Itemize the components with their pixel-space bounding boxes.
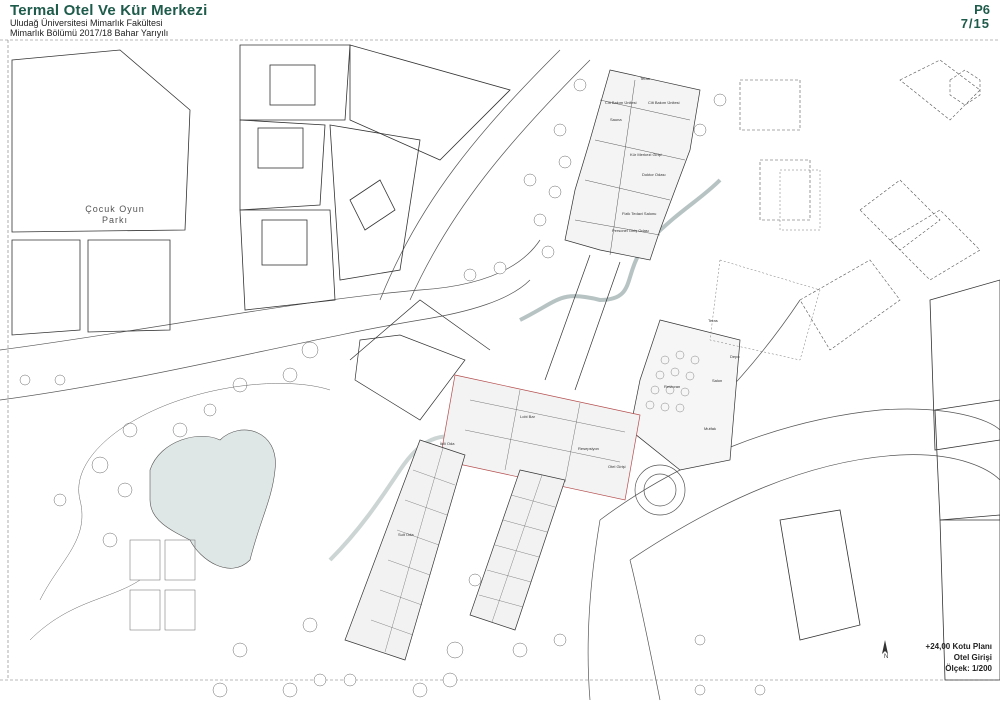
plan-info: +24,00 Kotu Planı Otel Girişi Ölçek: 1/2… bbox=[926, 641, 992, 674]
hotel-wing-east bbox=[469, 469, 566, 631]
surrounding-buildings bbox=[739, 59, 981, 351]
park-label-line1: Çocuk Oyun bbox=[85, 204, 145, 214]
right-buildings bbox=[779, 279, 1000, 681]
sheet-number: 7/15 bbox=[960, 16, 990, 31]
sheet-code: P6 bbox=[974, 2, 990, 17]
room-label: Mutfak bbox=[704, 426, 717, 431]
room-label: Teras bbox=[640, 76, 650, 81]
room-label: Resepsiyon bbox=[578, 446, 599, 451]
plan-level: +24,00 Kotu Planı bbox=[925, 642, 992, 651]
park-label: Çocuk Oyun Parkı bbox=[70, 204, 160, 226]
room-label: Personel Giriş Odası bbox=[612, 228, 649, 233]
drawing-sheet: Teras Cilt Bakım Ünitesi Cilt Bakım Ünit… bbox=[0, 0, 1000, 708]
room-label: Sauna bbox=[610, 117, 622, 122]
department-name: Mimarlık Bölümü 2017/18 Bahar Yarıyılı bbox=[10, 28, 169, 38]
room-label: Doktor Odası bbox=[642, 172, 666, 177]
room-label: Cilt Bakım Ünitesi bbox=[648, 100, 680, 105]
north-label: N bbox=[884, 654, 889, 660]
restaurant-building bbox=[629, 319, 741, 471]
room-label: Lobi Bar bbox=[520, 414, 535, 419]
room-label: Fizik Tedavi Salonu bbox=[622, 211, 657, 216]
plan-name: Otel Girişi bbox=[953, 653, 992, 662]
room-label: Otel Girişi bbox=[608, 464, 626, 469]
site-plan-drawing bbox=[0, 39, 1000, 701]
title-block: Termal Otel Ve Kür Merkezi Uludağ Üniver… bbox=[0, 0, 1000, 40]
thermal-pond bbox=[149, 429, 276, 569]
room-label: Salon bbox=[712, 378, 723, 383]
hotel-wing-west bbox=[344, 439, 466, 661]
room-label: Restoran bbox=[664, 384, 681, 389]
room-label: Depo bbox=[730, 354, 740, 359]
room-label: Kür Merkezi Girişi bbox=[630, 152, 662, 157]
room-label: Cilt Bakım Ünitesi bbox=[605, 100, 637, 105]
park-label-line2: Parkı bbox=[101, 215, 128, 225]
plan-scale: Ölçek: 1/200 bbox=[945, 664, 992, 673]
university-name: Uludağ Üniversitesi Mimarlık Fakültesi bbox=[10, 18, 163, 28]
corridor bbox=[544, 254, 621, 391]
room-label: İkili Oda bbox=[440, 441, 455, 446]
parcels bbox=[11, 44, 511, 336]
room-label: Suit Oda bbox=[398, 532, 414, 537]
room-label: Teras bbox=[708, 318, 718, 323]
project-title: Termal Otel Ve Kür Merkezi bbox=[10, 2, 208, 19]
north-arrow-icon bbox=[882, 640, 888, 654]
